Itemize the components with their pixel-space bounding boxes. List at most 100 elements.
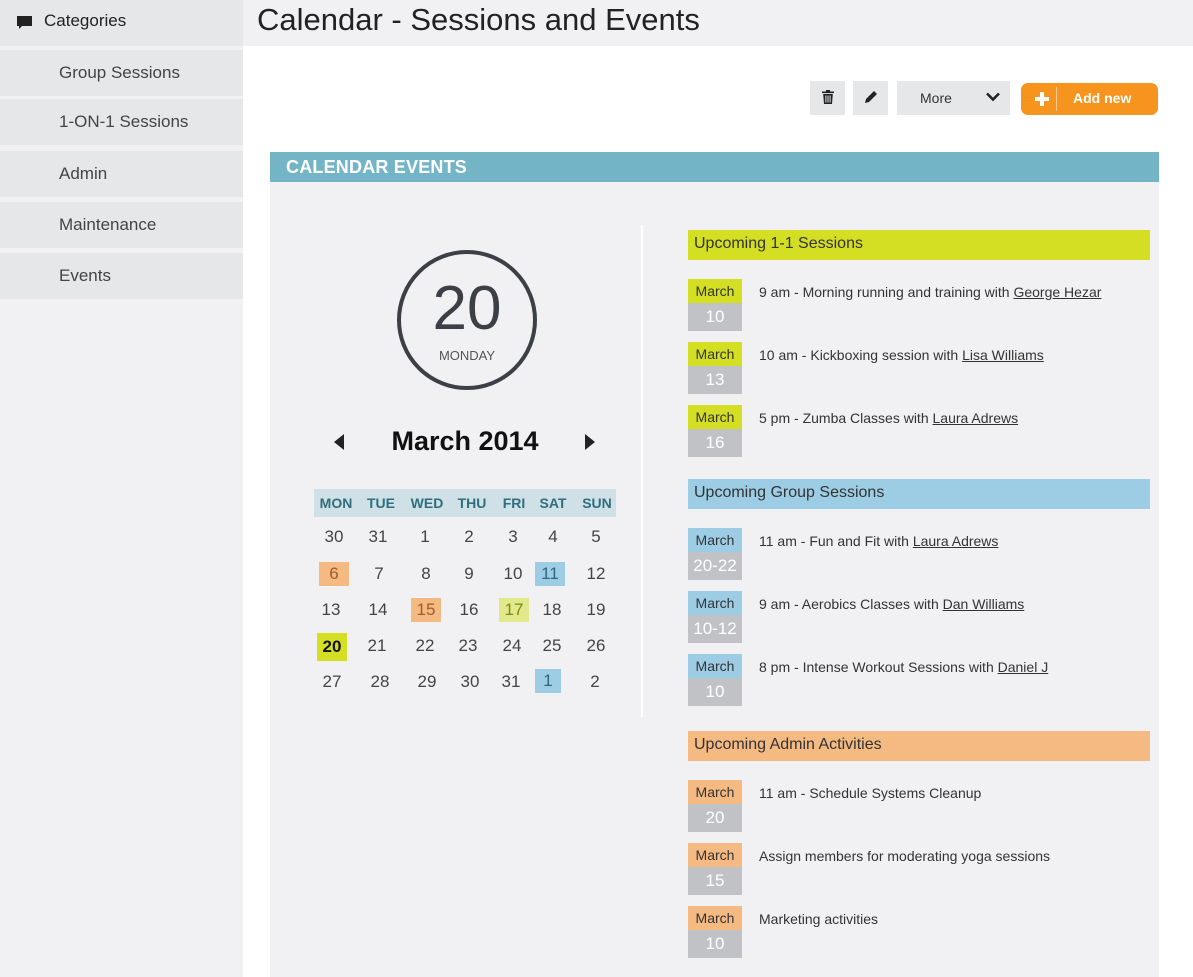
calendar-day[interactable]: 28 (365, 670, 395, 694)
calendar-day[interactable]: 14 (363, 598, 393, 622)
weekday-label: MON (319, 495, 353, 511)
calendar-day[interactable]: 12 (581, 562, 611, 586)
event-text: 5 pm - Zumba Classes with Laura Adrews (759, 410, 1019, 426)
event-day: 20-22 (688, 552, 742, 580)
button-separator (1056, 87, 1057, 111)
pencil-icon (864, 90, 877, 103)
calendar-day[interactable]: 16 (454, 598, 484, 622)
calendar-day[interactable]: 5 (581, 525, 611, 549)
event-item: March 16 5 pm - Zumba Classes with Laura… (688, 405, 1150, 458)
trash-icon (821, 89, 834, 104)
event-text: Marketing activities (759, 911, 879, 927)
month-title: March 2014 (391, 426, 539, 456)
calendar-day[interactable]: 19 (581, 598, 611, 622)
delete-button[interactable] (810, 81, 845, 115)
calendar-day-group[interactable]: 1 (535, 669, 561, 693)
calendar-day[interactable]: 23 (453, 634, 483, 658)
calendar-day[interactable]: 24 (497, 634, 527, 658)
event-day: 15 (688, 867, 742, 895)
page-title: Calendar - Sessions and Events (257, 2, 700, 37)
calendar-day[interactable]: 3 (498, 525, 528, 549)
add-new-button[interactable]: Add new (1021, 83, 1158, 115)
event-day: 10 (688, 303, 742, 331)
event-person-link[interactable]: Dan Williams (943, 596, 1025, 612)
event-day: 16 (688, 429, 742, 457)
event-month: March (688, 528, 742, 552)
event-text: 9 am - Morning running and training with… (759, 284, 1102, 300)
comment-icon (17, 16, 32, 29)
calendar-day[interactable]: 31 (363, 525, 393, 549)
event-text: 11 am - Fun and Fit with Laura Adrews (759, 533, 999, 549)
sidebar-item-label: Events (59, 266, 111, 285)
calendar-day-group[interactable]: 11 (535, 562, 565, 586)
sidebar-item-group-sessions[interactable]: Group Sessions (0, 50, 243, 96)
calendar-day[interactable]: 25 (537, 634, 567, 658)
calendar-day[interactable]: 4 (538, 525, 568, 549)
event-day: 10 (688, 678, 742, 706)
weekday-label: WED (410, 495, 444, 511)
sidebar-item-label: Admin (59, 164, 108, 183)
event-person-link[interactable]: Laura Adrews (913, 533, 999, 549)
event-item: March 10 9 am - Morning running and trai… (688, 279, 1150, 332)
event-person-link[interactable]: Laura Adrews (933, 410, 1019, 426)
calendar-day[interactable]: 2 (580, 670, 610, 694)
more-dropdown[interactable]: More (897, 81, 1010, 115)
calendar-day-one-on-one[interactable]: 17 (499, 598, 529, 622)
calendar-events-panel: CALENDAR EVENTS 20 MONDAY March 2014 MON… (270, 152, 1159, 977)
selected-date-badge: 20 MONDAY (397, 250, 537, 390)
calendar-day[interactable]: 31 (496, 670, 526, 694)
calendar-day[interactable]: 10 (498, 562, 528, 586)
event-person-link[interactable]: Daniel J (998, 659, 1049, 675)
sidebar-item-events[interactable]: Events (0, 253, 243, 299)
event-text: 11 am - Schedule Systems Cleanup (759, 785, 982, 801)
sidebar-header-label: Categories (44, 11, 127, 30)
event-person-link[interactable]: Lisa Williams (962, 347, 1044, 363)
calendar-day[interactable]: 13 (316, 598, 346, 622)
column-divider (641, 225, 643, 717)
calendar-day[interactable]: 1 (410, 525, 440, 549)
calendar-day[interactable]: 18 (537, 598, 567, 622)
sidebar-item-label: Group Sessions (59, 63, 180, 82)
calendar-day-admin[interactable]: 6 (319, 562, 349, 586)
event-month: March (688, 591, 742, 615)
sidebar-item-admin[interactable]: Admin (0, 151, 243, 197)
panel-header: CALENDAR EVENTS (270, 152, 1159, 182)
sidebar-item-1-on-1-sessions[interactable]: 1-ON-1 Sessions (0, 99, 243, 145)
event-item: March 20-22 11 am - Fun and Fit with Lau… (688, 528, 1150, 581)
sidebar-item-maintenance[interactable]: Maintenance (0, 202, 243, 248)
event-item: March 20 11 am - Schedule Systems Cleanu… (688, 780, 1150, 833)
event-text: 9 am - Aerobics Classes with Dan William… (759, 596, 1025, 612)
calendar-day[interactable]: 8 (411, 562, 441, 586)
calendar-day-today[interactable]: 20 (317, 633, 347, 661)
weekday-header: MON TUE WED THU FRI SAT SUN (314, 489, 616, 517)
next-month-arrow-icon[interactable] (583, 433, 597, 451)
calendar-day-admin[interactable]: 15 (411, 598, 441, 622)
event-item: March 15 Assign members for moderating y… (688, 843, 1150, 896)
event-item: March 10 8 pm - Intense Workout Sessions… (688, 654, 1150, 707)
add-new-label: Add new (1073, 90, 1132, 106)
chevron-down-icon (986, 92, 1000, 102)
event-month: March (688, 654, 742, 678)
calendar-day[interactable]: 22 (410, 634, 440, 658)
calendar-day[interactable]: 21 (362, 634, 392, 658)
weekday-label: THU (457, 495, 487, 511)
event-month: March (688, 780, 742, 804)
event-month: March (688, 279, 742, 303)
event-month: March (688, 405, 742, 429)
event-month: March (688, 906, 742, 930)
event-person-link[interactable]: George Hezar (1013, 284, 1101, 300)
calendar-day[interactable]: 7 (364, 562, 394, 586)
weekday-label: SAT (539, 495, 567, 511)
edit-button[interactable] (853, 81, 888, 115)
sidebar-item-label: 1-ON-1 Sessions (59, 112, 189, 131)
calendar-day[interactable]: 2 (454, 525, 484, 549)
section-title: Upcoming 1-1 Sessions (694, 235, 863, 252)
calendar-day[interactable]: 29 (412, 670, 442, 694)
sidebar: Categories Group Sessions 1-ON-1 Session… (0, 0, 243, 977)
calendar-day[interactable]: 30 (319, 525, 349, 549)
calendar-day[interactable]: 30 (455, 670, 485, 694)
prev-month-arrow-icon[interactable] (332, 433, 346, 451)
calendar-day[interactable]: 27 (317, 670, 347, 694)
calendar-day[interactable]: 9 (454, 562, 484, 586)
calendar-day[interactable]: 26 (581, 634, 611, 658)
